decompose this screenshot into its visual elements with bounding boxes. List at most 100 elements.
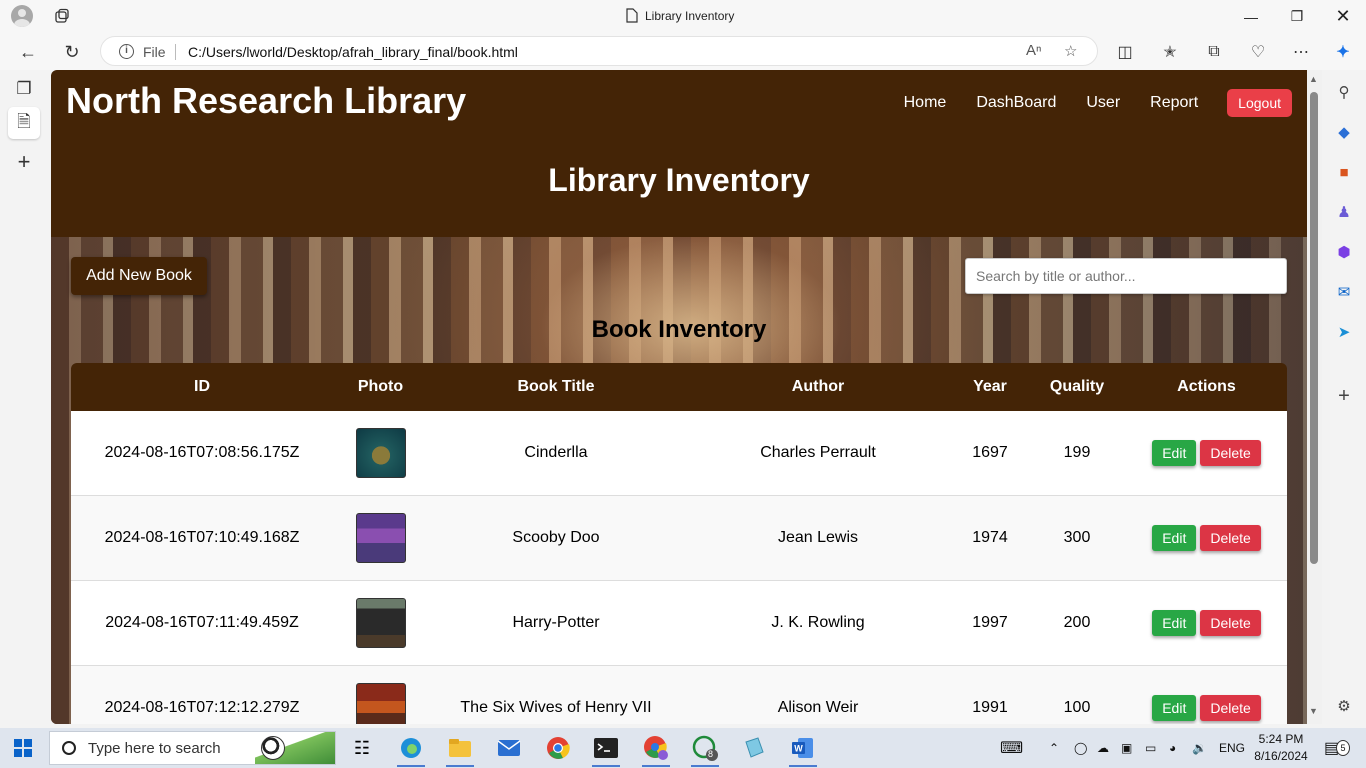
table-row: 2024-08-16T07:08:56.175Z Cinderlla Charl… bbox=[71, 411, 1287, 496]
volume-icon[interactable]: 🔉 bbox=[1192, 728, 1207, 768]
book-photo bbox=[333, 683, 428, 724]
whatsapp-icon[interactable]: 8 bbox=[691, 734, 719, 767]
edit-button[interactable]: Edit bbox=[1152, 695, 1197, 721]
active-tab-icon[interactable]: 🗎 bbox=[8, 107, 40, 139]
nav-home-link[interactable]: Home bbox=[904, 94, 947, 112]
taskbar-search-placeholder: Type here to search bbox=[88, 739, 221, 757]
delete-button[interactable]: Delete bbox=[1200, 695, 1261, 721]
favorites-icon[interactable]: ✭ bbox=[1155, 37, 1185, 67]
notepad-icon[interactable] bbox=[740, 734, 768, 762]
header-quality: Quality bbox=[1049, 378, 1105, 395]
logout-button[interactable]: Logout bbox=[1227, 89, 1292, 117]
tab-title[interactable]: Library Inventory bbox=[626, 8, 734, 23]
outlook-icon[interactable]: ✉ bbox=[1334, 282, 1354, 302]
book-photo bbox=[333, 428, 428, 478]
row-actions: Edit Delete bbox=[1126, 610, 1287, 636]
tools-icon[interactable]: ■ bbox=[1334, 162, 1354, 182]
book-year: 1974 bbox=[972, 529, 1008, 546]
address-url[interactable]: C:/Users/lworld/Desktop/afrah_library_fi… bbox=[188, 44, 518, 60]
minimize-icon[interactable]: — bbox=[1228, 0, 1274, 33]
scroll-thumb[interactable] bbox=[1310, 92, 1318, 564]
usb-icon[interactable]: ◯ bbox=[1074, 728, 1087, 768]
favorite-star-icon[interactable]: ☆ bbox=[1064, 42, 1077, 60]
page-icon bbox=[626, 8, 638, 23]
browser-essentials-icon[interactable]: ♡ bbox=[1243, 37, 1273, 67]
book-cover-image bbox=[355, 598, 406, 648]
clock-date: 8/16/2024 bbox=[1254, 749, 1308, 763]
header-actions: Actions bbox=[1177, 378, 1236, 395]
table-row: 2024-08-16T07:11:49.459Z Harry-Potter J.… bbox=[71, 581, 1287, 666]
site-header: North Research Library Home DashBoard Us… bbox=[51, 70, 1307, 237]
settings-gear-icon[interactable]: ⚙ bbox=[1334, 696, 1354, 716]
search-input[interactable]: Search by title or author... bbox=[965, 258, 1287, 294]
book-id: 2024-08-16T07:10:49.168Z bbox=[104, 529, 300, 546]
edge-sidebar: ⚲ ◆ ■ ♟ ⬢ ✉ ➤ + ⚙ bbox=[1322, 70, 1366, 728]
chrome-profile-icon[interactable] bbox=[642, 734, 670, 767]
address-separator bbox=[175, 44, 176, 60]
taskbar-search-input[interactable]: Type here to search bbox=[49, 731, 336, 765]
tab-actions-icon[interactable]: ❐ bbox=[8, 73, 40, 105]
mail-icon[interactable] bbox=[495, 734, 523, 762]
add-sidebar-icon[interactable]: + bbox=[1334, 385, 1354, 407]
copilot-icon[interactable]: ✦ bbox=[1328, 37, 1358, 67]
delete-button[interactable]: Delete bbox=[1200, 610, 1261, 636]
row-actions: Edit Delete bbox=[1126, 440, 1287, 466]
m365-icon[interactable]: ⬢ bbox=[1334, 242, 1354, 262]
send-icon[interactable]: ➤ bbox=[1334, 322, 1354, 342]
header-photo: Photo bbox=[357, 378, 404, 395]
book-cover-image bbox=[355, 513, 406, 563]
delete-button[interactable]: Delete bbox=[1200, 440, 1261, 466]
workspaces-icon[interactable] bbox=[54, 8, 70, 24]
collections-icon[interactable]: ⧉ bbox=[1199, 37, 1229, 67]
nav-dashboard-link[interactable]: DashBoard bbox=[976, 94, 1056, 112]
read-aloud-icon[interactable]: Aⁿ bbox=[1026, 42, 1041, 59]
search-icon[interactable]: ⚲ bbox=[1334, 82, 1354, 102]
edit-button[interactable]: Edit bbox=[1152, 610, 1197, 636]
wifi-icon[interactable]: ◕ bbox=[1169, 728, 1176, 768]
edit-button[interactable]: Edit bbox=[1152, 440, 1197, 466]
windows-start-icon[interactable] bbox=[14, 739, 32, 757]
split-screen-icon[interactable]: ◫ bbox=[1110, 37, 1140, 67]
soccer-ball-icon bbox=[261, 736, 285, 760]
back-icon[interactable]: ← bbox=[13, 37, 43, 67]
row-actions: Edit Delete bbox=[1126, 695, 1287, 721]
restore-icon[interactable]: ❐ bbox=[1274, 0, 1320, 33]
battery-icon[interactable]: ▭ bbox=[1145, 728, 1156, 768]
nav-report-link[interactable]: Report bbox=[1150, 94, 1198, 112]
language-indicator[interactable]: ENG bbox=[1219, 728, 1245, 768]
edge-app-icon[interactable] bbox=[397, 734, 425, 767]
edit-button[interactable]: Edit bbox=[1152, 525, 1197, 551]
word-icon[interactable]: W bbox=[789, 734, 817, 767]
shopping-tag-icon[interactable]: ◆ bbox=[1334, 122, 1354, 142]
nav-user-link[interactable]: User bbox=[1086, 94, 1120, 112]
header-author: Author bbox=[791, 378, 845, 395]
profile-avatar-icon[interactable] bbox=[11, 5, 33, 27]
more-options-icon[interactable]: ⋯ bbox=[1286, 37, 1316, 67]
refresh-icon[interactable]: ↻ bbox=[57, 37, 87, 67]
info-icon[interactable]: i bbox=[119, 44, 134, 59]
add-new-book-button[interactable]: Add New Book bbox=[71, 257, 207, 295]
terminal-icon[interactable] bbox=[592, 734, 620, 767]
close-icon[interactable]: ✕ bbox=[1320, 0, 1366, 33]
page-scrollbar[interactable]: ▲ ▼ bbox=[1307, 70, 1322, 724]
book-quality: 100 bbox=[1063, 699, 1091, 716]
books-table: ID Photo Book Title Author Year Quality … bbox=[71, 363, 1287, 724]
inventory-section: Add New Book Search by title or author..… bbox=[51, 237, 1307, 724]
book-title: Harry-Potter bbox=[512, 614, 600, 631]
keyboard-icon[interactable]: ⌨ bbox=[1000, 728, 1023, 768]
new-tab-icon[interactable]: + bbox=[8, 146, 40, 178]
windows-taskbar: Type here to search ☷ 8 W ⌨ ⌃ ◯ ☁ ▣ ▭ ◕ … bbox=[0, 728, 1366, 768]
games-icon[interactable]: ♟ bbox=[1334, 202, 1354, 222]
task-view-icon[interactable]: ☷ bbox=[348, 734, 376, 762]
delete-button[interactable]: Delete bbox=[1200, 525, 1261, 551]
scroll-up-icon[interactable]: ▲ bbox=[1309, 74, 1318, 84]
file-explorer-icon[interactable] bbox=[446, 734, 474, 767]
chrome-icon[interactable] bbox=[544, 734, 572, 762]
book-title: Cinderlla bbox=[524, 444, 588, 461]
onedrive-icon[interactable]: ☁ bbox=[1097, 728, 1109, 768]
address-bar[interactable]: i File C:/Users/lworld/Desktop/afrah_lib… bbox=[100, 36, 1098, 66]
show-hidden-icons[interactable]: ⌃ bbox=[1049, 728, 1059, 768]
scroll-down-icon[interactable]: ▼ bbox=[1309, 706, 1318, 716]
system-clock[interactable]: 5:24 PM 8/16/2024 bbox=[1252, 731, 1310, 765]
security-icon[interactable]: ▣ bbox=[1121, 728, 1132, 768]
